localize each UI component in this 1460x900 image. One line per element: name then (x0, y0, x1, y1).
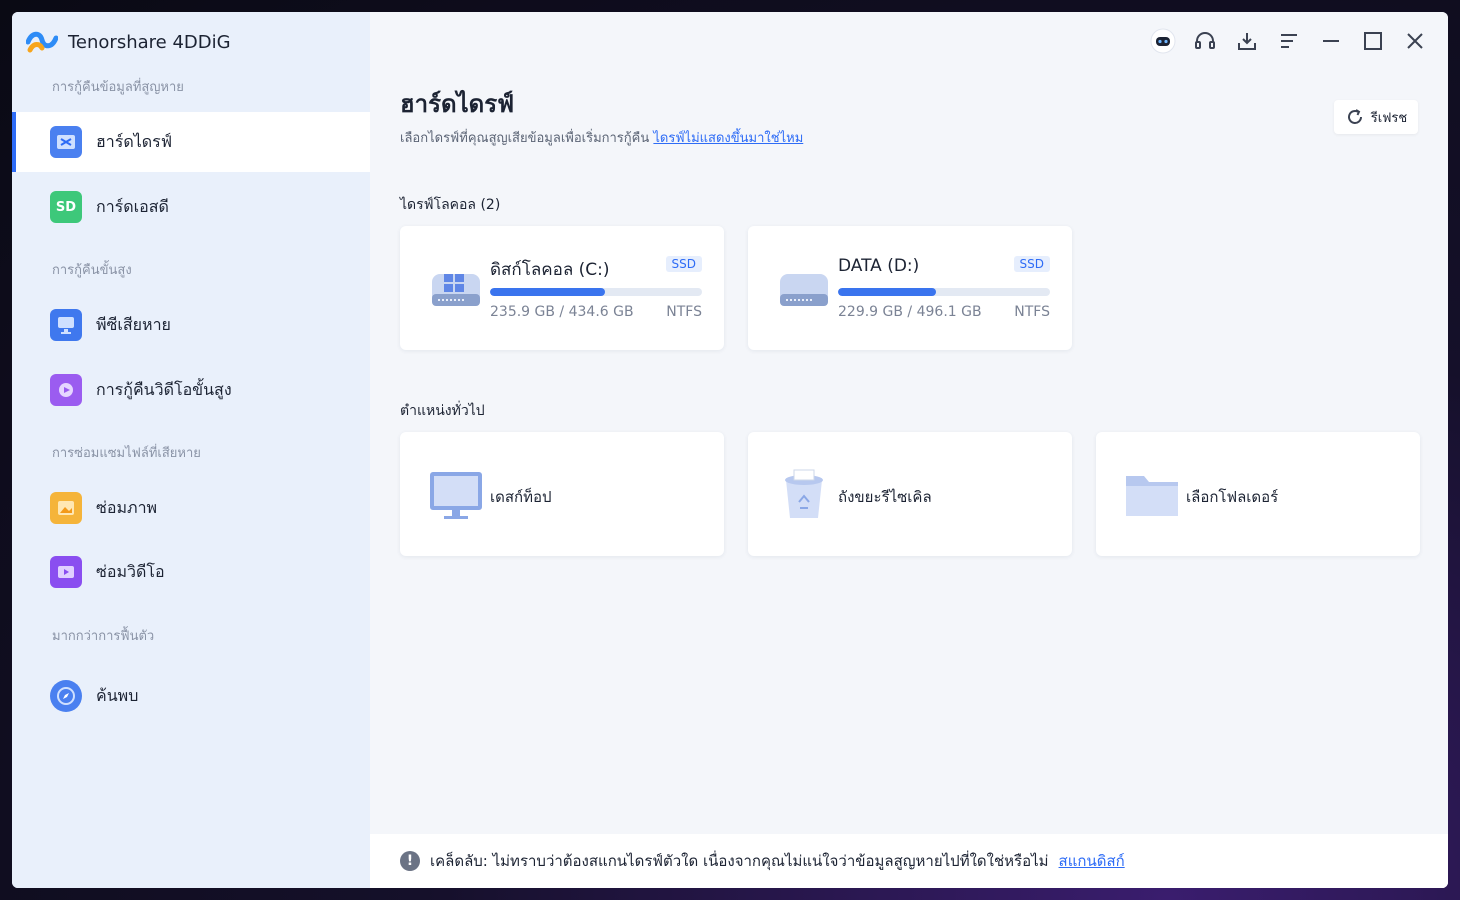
photo-repair-icon (50, 492, 82, 524)
refresh-label: รีเฟรช (1370, 110, 1408, 126)
location-name: ถังขยะรีไซเคิล (838, 488, 932, 506)
folder-icon (1126, 476, 1178, 516)
sidebar-item-label: ซ่อมภาพ (96, 497, 158, 517)
windows-drive-icon (432, 274, 480, 306)
drive-usage-fill (490, 288, 606, 296)
download-button[interactable] (1232, 26, 1262, 56)
robot-icon (1150, 28, 1176, 54)
drive-not-shown-link[interactable]: ไดรฟ์ไม่แสดงขึ้นมาใช่ไหม (653, 131, 803, 146)
support-button[interactable] (1190, 26, 1220, 56)
menu-button[interactable] (1274, 26, 1304, 56)
recycle-bin-icon (785, 469, 823, 518)
section-label-file-repair: การซ่อมแซมไฟล์ที่เสียหาย (52, 446, 201, 461)
location-name: เลือกโฟลเดอร์ (1186, 488, 1279, 506)
sidebar-item-video-repair[interactable]: ซ่อมวิดีโอ (12, 542, 370, 602)
drive-card-d[interactable]: DATA (D:) SSD 229.9 GB / 496.1 GB NTFS (748, 226, 1072, 350)
page-title: ฮาร์ดไดรฟ์ (400, 90, 515, 118)
hard-drive-icon (50, 126, 82, 158)
location-card-recycle-bin[interactable]: ถังขยะรีไซเคิล (748, 432, 1072, 556)
desktop-icon (430, 472, 482, 519)
sidebar-item-label: การ์ดเอสดี (96, 196, 169, 216)
app-window: Tenorshare 4DDiG การกู้คืนข้อมูลที่สูญหา… (12, 12, 1448, 888)
section-label-advanced: การกู้คืนขั้นสูง (52, 263, 132, 278)
sidebar-item-label: ค้นพบ (96, 685, 139, 705)
app-logo-icon (26, 31, 58, 53)
location-card-select-folder[interactable]: เลือกโฟลเดอร์ (1096, 432, 1420, 556)
title-bar-controls (1148, 26, 1430, 56)
sidebar-item-crashed-pc[interactable]: พีซีเสียหาย (12, 295, 370, 355)
drive-type-badge: SSD (665, 256, 702, 272)
video-repair-icon (50, 556, 82, 588)
location-name: เดสก์ท็อป (490, 488, 552, 506)
tip-bar: ! เคล็ดลับ: ไม่ทราบว่าต้องสแกนไดรฟ์ตัวใด… (370, 834, 1448, 888)
section-label-beyond-recovery: มากกว่าการฟื้นตัว (52, 629, 155, 644)
drive-usage-fill (838, 288, 937, 296)
minimize-icon (1323, 40, 1339, 42)
refresh-icon (1347, 109, 1362, 124)
sidebar-item-label: พีซีเสียหาย (96, 314, 171, 334)
video-recovery-icon (50, 374, 82, 406)
drive-type-badge: SSD (1013, 256, 1050, 272)
drive-size: 235.9 GB / 434.6 GB (490, 304, 634, 320)
maximize-button[interactable] (1358, 26, 1388, 56)
sidebar-item-label: ฮาร์ดไดรฟ์ (96, 131, 173, 151)
drive-card-c[interactable]: ดิสก์โลคอล (C:) SSD 235.9 GB / 434.6 GB … (400, 226, 724, 350)
drive-filesystem: NTFS (1014, 304, 1050, 320)
subtitle-text: เลือกไดรฟ์ที่คุณสูญเสียข้อมูลเพื่อเริ่มก… (400, 131, 650, 146)
location-card-desktop[interactable]: เดสก์ท็อป (400, 432, 724, 556)
sidebar-item-discover[interactable]: ค้นพบ (12, 666, 370, 726)
close-icon (1407, 33, 1423, 49)
download-icon (1238, 33, 1256, 50)
minimize-button[interactable] (1316, 26, 1346, 56)
scan-disk-link[interactable]: สแกนดิสก์ (1059, 849, 1125, 873)
sidebar-item-photo-repair[interactable]: ซ่อมภาพ (12, 478, 370, 538)
drive-name: ดิสก์โลคอล (C:) (490, 260, 610, 280)
tip-text: เคล็ดลับ: ไม่ทราบว่าต้องสแกนไดรฟ์ตัวใด เ… (430, 852, 1049, 870)
sidebar-item-label: ซ่อมวิดีโอ (96, 561, 165, 581)
menu-icon (1281, 34, 1297, 48)
headset-icon (1195, 32, 1215, 49)
maximize-icon (1364, 32, 1382, 50)
sidebar-item-hard-drive[interactable]: ฮาร์ดไดรฟ์ (12, 112, 370, 172)
sidebar-item-label: การกู้คืนวิดีโอขั้นสูง (96, 379, 232, 399)
drive-filesystem: NTFS (666, 304, 702, 320)
drive-usage-bar (838, 288, 1050, 296)
close-button[interactable] (1400, 26, 1430, 56)
app-name: Tenorshare 4DDiG (68, 31, 231, 53)
sidebar-item-advanced-video[interactable]: การกู้คืนวิดีโอขั้นสูง (12, 360, 370, 420)
local-drives-label: ไดรฟ์โลคอล (2) (400, 197, 501, 213)
main-panel: ฮาร์ดไดรฟ์ เลือกไดรฟ์ที่คุณสูญเสียข้อมูล… (370, 12, 1448, 888)
page-subtitle: เลือกไดรฟ์ที่คุณสูญเสียข้อมูลเพื่อเริ่มก… (400, 127, 803, 148)
drive-usage-bar (490, 288, 702, 296)
section-label-lost-data: การกู้คืนข้อมูลที่สูญหาย (52, 80, 184, 95)
drive-size: 229.9 GB / 496.1 GB (838, 304, 982, 320)
info-icon: ! (400, 851, 420, 871)
common-locations-label: ตำแหน่งทั่วไป (400, 403, 485, 419)
compass-icon (50, 680, 82, 712)
crashed-pc-icon (50, 309, 82, 341)
sidebar-item-sd-card[interactable]: SD การ์ดเอสดี (12, 177, 370, 237)
brand: Tenorshare 4DDiG (26, 28, 231, 56)
drive-name: DATA (D:) (838, 256, 920, 276)
sidebar: Tenorshare 4DDiG การกู้คืนข้อมูลที่สูญหา… (12, 12, 370, 888)
hard-drive-icon (780, 274, 828, 306)
refresh-button[interactable]: รีเฟรช (1334, 100, 1418, 134)
assistant-bot-button[interactable] (1148, 26, 1178, 56)
sd-card-icon: SD (50, 191, 82, 223)
